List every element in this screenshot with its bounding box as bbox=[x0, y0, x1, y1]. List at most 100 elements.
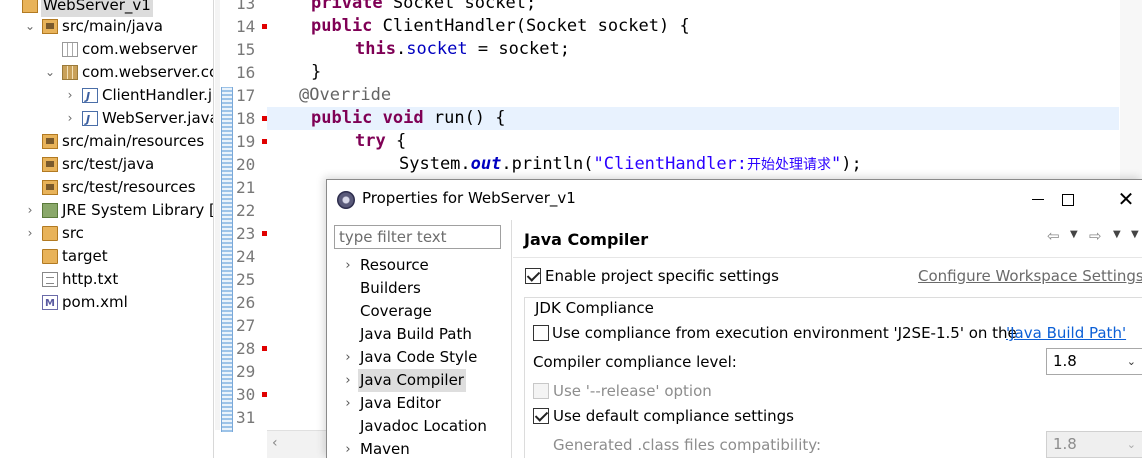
empty-package-icon bbox=[62, 42, 78, 57]
java-file-icon bbox=[82, 108, 98, 131]
forward-arrow-icon[interactable]: ⇨ bbox=[1089, 227, 1102, 245]
line-number-text: 20 bbox=[236, 155, 256, 174]
generated-compat-select: 1.8 ⌄ bbox=[1046, 431, 1142, 458]
xml-file-icon bbox=[42, 292, 58, 315]
scroll-left-icon[interactable]: ‹ bbox=[272, 435, 278, 451]
dialog-titlebar[interactable]: Properties for WebServer_v1 ✕ bbox=[327, 180, 1142, 218]
line-number: 24 bbox=[220, 245, 270, 268]
java-file-icon bbox=[82, 85, 98, 108]
chevron-right-icon[interactable]: › bbox=[64, 84, 76, 107]
line-number-text: 27 bbox=[236, 316, 256, 335]
compliance-level-select[interactable]: 1.8 ⌄ bbox=[1046, 348, 1142, 375]
maximize-icon bbox=[1062, 193, 1074, 206]
chevron-right-icon[interactable]: › bbox=[24, 222, 36, 245]
maximize-button[interactable] bbox=[1048, 186, 1088, 212]
code-line-19[interactable]: try { bbox=[355, 130, 406, 153]
code-line-13[interactable]: private Socket socket; bbox=[311, 0, 536, 15]
line-number: 31 bbox=[220, 406, 270, 429]
chevron-down-icon: ⌄ bbox=[1126, 438, 1136, 451]
chevron-right-icon[interactable]: › bbox=[342, 346, 354, 369]
change-marker-icon[interactable] bbox=[262, 392, 267, 397]
release-option-checkbox bbox=[533, 383, 549, 399]
line-number: 23 bbox=[220, 222, 270, 245]
code-line-14[interactable]: public ClientHandler(Socket socket) { bbox=[311, 15, 690, 38]
page-title: Java Compiler bbox=[524, 230, 649, 249]
line-number: 20 bbox=[220, 153, 270, 176]
code-line-16[interactable]: } bbox=[311, 61, 321, 84]
enable-project-settings-label: Enable project specific settings bbox=[545, 267, 779, 285]
line-number-text: 25 bbox=[236, 270, 256, 289]
change-marker-icon[interactable] bbox=[262, 139, 267, 144]
line-number-text: 23 bbox=[236, 224, 256, 243]
line-number-text: 28 bbox=[236, 339, 256, 358]
use-env-compliance-checkbox[interactable] bbox=[533, 325, 549, 341]
chevron-right-icon[interactable]: › bbox=[64, 107, 76, 130]
folder-icon bbox=[42, 249, 58, 264]
line-number: 26 bbox=[220, 291, 270, 314]
code-line-18-current[interactable]: public void run() { bbox=[267, 107, 1119, 130]
chevron-right-icon[interactable]: › bbox=[342, 438, 354, 458]
text-file-icon bbox=[42, 272, 58, 287]
line-number: 25 bbox=[220, 268, 270, 291]
line-number-text: 26 bbox=[236, 293, 256, 312]
source-folder-icon bbox=[42, 19, 58, 34]
line-number-text: 21 bbox=[236, 178, 256, 197]
library-icon bbox=[42, 203, 58, 218]
source-folder-icon bbox=[42, 180, 58, 195]
chevron-right-icon[interactable]: › bbox=[24, 199, 36, 222]
jdk-compliance-title: JDK Compliance bbox=[533, 299, 656, 317]
code-line-17[interactable]: @Override bbox=[299, 84, 391, 107]
line-number: 19 bbox=[220, 130, 270, 153]
java-build-path-link[interactable]: 'Java Build Path' bbox=[1006, 324, 1126, 342]
chevron-down-icon[interactable]: ⌄ bbox=[24, 15, 36, 38]
properties-dialog: Properties for WebServer_v1 ✕ › Resource… bbox=[326, 179, 1142, 458]
package-icon bbox=[62, 65, 78, 80]
line-number-text: 31 bbox=[236, 408, 256, 427]
line-number-text: 30 bbox=[236, 385, 256, 404]
chevron-down-icon[interactable]: ⌄ bbox=[44, 61, 56, 84]
enable-project-settings-checkbox[interactable] bbox=[525, 268, 541, 284]
chevron-right-icon[interactable]: › bbox=[342, 369, 354, 392]
chevron-right-icon[interactable]: › bbox=[342, 392, 354, 415]
change-marker-icon[interactable] bbox=[262, 24, 267, 29]
line-number: 13 bbox=[220, 0, 270, 15]
line-number: 30 bbox=[220, 383, 270, 406]
line-number-text: 16 bbox=[236, 63, 256, 82]
compliance-level-label: Compiler compliance level: bbox=[533, 353, 737, 371]
code-line-20[interactable]: System.out.println("ClientHandler:开始处理请求… bbox=[399, 153, 862, 176]
source-folder-icon bbox=[42, 134, 58, 149]
eclipse-icon bbox=[337, 191, 355, 209]
line-number-text: 29 bbox=[236, 362, 256, 381]
filter-input[interactable] bbox=[334, 225, 501, 249]
line-number-text: 18 bbox=[236, 109, 256, 128]
line-number: 21 bbox=[220, 176, 270, 199]
line-number: 22 bbox=[220, 199, 270, 222]
line-number: 27 bbox=[220, 314, 270, 337]
chevron-right-icon[interactable]: › bbox=[342, 254, 354, 277]
line-number-text: 22 bbox=[236, 201, 256, 220]
minimize-icon bbox=[1032, 198, 1044, 201]
line-number-text: 15 bbox=[236, 40, 256, 59]
project-icon bbox=[22, 0, 38, 13]
release-option-label: Use '--release' option bbox=[553, 382, 712, 400]
line-number-text: 17 bbox=[236, 86, 256, 105]
configure-workspace-link[interactable]: Configure Workspace Settings... bbox=[918, 267, 1142, 285]
generated-compat-label: Generated .class files compatibility: bbox=[553, 436, 822, 454]
default-compliance-checkbox[interactable] bbox=[533, 408, 549, 424]
folder-icon bbox=[42, 226, 58, 241]
project-explorer: WebServer_v1 ⌄ src/main/java com.webserv… bbox=[0, 0, 214, 458]
close-button[interactable]: ✕ bbox=[1106, 186, 1142, 212]
close-icon: ✕ bbox=[1117, 187, 1135, 211]
code-line-15[interactable]: this.socket = socket; bbox=[355, 38, 570, 61]
back-arrow-icon[interactable]: ⇦ bbox=[1047, 227, 1060, 245]
view-menu-icon[interactable]: ▼ bbox=[1131, 229, 1139, 240]
chevron-down-icon[interactable]: ▼ bbox=[1113, 229, 1121, 240]
line-number: 29 bbox=[220, 360, 270, 383]
line-number-text: 24 bbox=[236, 247, 256, 266]
default-compliance-label: Use default compliance settings bbox=[553, 407, 794, 425]
line-number: 18 bbox=[220, 107, 270, 130]
nav-separator bbox=[511, 220, 512, 458]
chevron-down-icon[interactable]: ▼ bbox=[1070, 229, 1078, 240]
change-marker-icon[interactable] bbox=[262, 346, 267, 351]
change-marker-icon[interactable] bbox=[262, 231, 267, 236]
